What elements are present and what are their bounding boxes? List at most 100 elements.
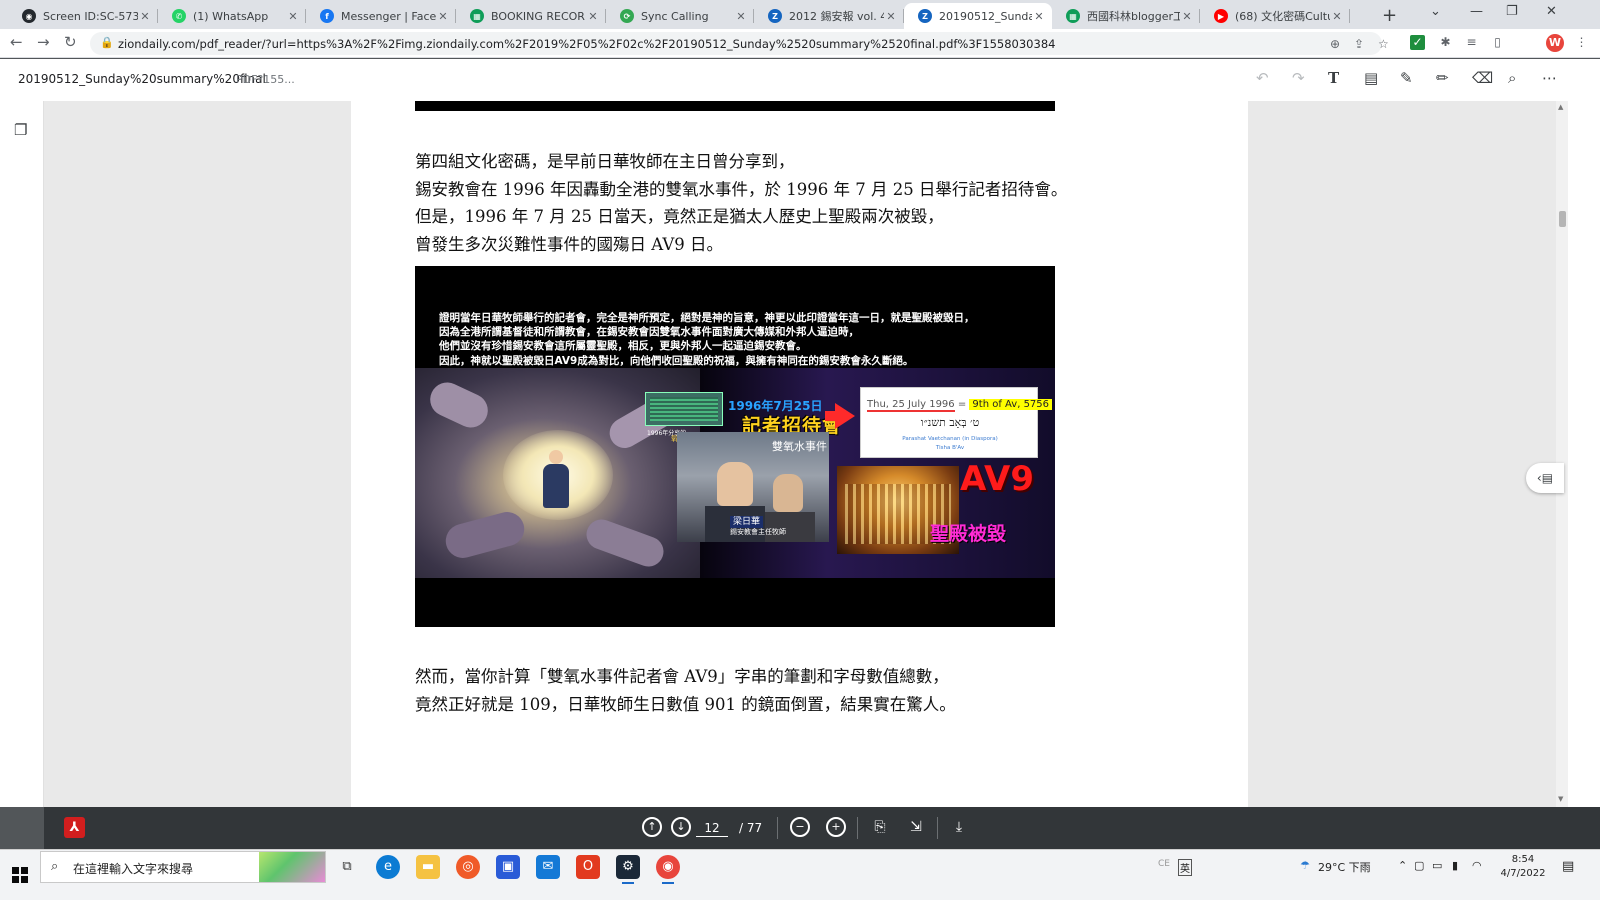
- minimize-button[interactable]: —: [1470, 4, 1483, 19]
- mail-icon[interactable]: ✉: [536, 855, 560, 879]
- scrollbar-thumb[interactable]: [1559, 211, 1566, 227]
- chrome-icon[interactable]: ◉: [656, 855, 680, 884]
- vertical-scrollbar[interactable]: ▲ ▼: [1556, 101, 1568, 807]
- microsoft-store-icon[interactable]: ▣: [496, 855, 520, 879]
- edge-browser-icon[interactable]: e: [376, 855, 400, 879]
- comments-panel-toggle[interactable]: ‹▤: [1526, 463, 1564, 493]
- tab-6[interactable]: Z 2012 錫安報 vol. 48 ✕: [754, 3, 904, 29]
- tab-2[interactable]: ✆ (1) WhatsApp ✕: [158, 3, 306, 29]
- tab-search-icon[interactable]: ⌄: [1430, 4, 1441, 19]
- sheets-icon: ▦: [470, 9, 484, 23]
- more-options-icon[interactable]: ⋯: [1542, 69, 1557, 87]
- acrobat-logo-icon[interactable]: ⅄: [64, 817, 85, 838]
- maximize-button[interactable]: ❐: [1506, 4, 1518, 19]
- close-tab-icon[interactable]: ✕: [436, 10, 450, 23]
- paragraph-line: 然而，當你計算「雙氧水事件記者會 AV9」字串的筆劃和字母數值總數，: [415, 667, 949, 686]
- close-tab-icon[interactable]: ✕: [1032, 10, 1046, 23]
- ime-mode[interactable]: 英: [1178, 859, 1192, 876]
- tab-3[interactable]: f Messenger | Faceboo✕: [306, 3, 456, 29]
- address-bar[interactable]: 🔒 ziondaily.com/pdf_reader/?url=https%3A…: [90, 32, 1389, 55]
- text-tool-icon[interactable]: T: [1328, 69, 1339, 87]
- fit-page-icon[interactable]: ⎘: [870, 817, 890, 837]
- tab-title: 2012 錫安報 vol. 48: [789, 10, 884, 23]
- side-panel-icon[interactable]: ▯: [1490, 35, 1505, 50]
- undo-icon[interactable]: ↶: [1256, 69, 1269, 87]
- tab-title: (68) 文化密碼Culture: [1235, 10, 1330, 23]
- close-tab-icon[interactable]: ✕: [734, 10, 748, 23]
- tab-9[interactable]: ▶ (68) 文化密碼Culture✕: [1200, 3, 1350, 29]
- task-view-icon[interactable]: ⧉: [335, 855, 359, 879]
- close-tab-icon[interactable]: ✕: [286, 10, 300, 23]
- toolbar-divider: [777, 817, 778, 839]
- extensions-puzzle-icon[interactable]: ✱: [1438, 35, 1453, 50]
- browser-app-icon[interactable]: ◎: [456, 855, 480, 879]
- tab-5[interactable]: ⟳ Sync Calling ✕: [606, 3, 754, 29]
- zoom-icon[interactable]: ⊕: [1330, 37, 1340, 51]
- reading-list-icon[interactable]: ≡: [1464, 35, 1479, 50]
- close-tab-icon[interactable]: ✕: [1180, 10, 1194, 23]
- tab-4[interactable]: ▦ BOOKING RECORD - ✕: [456, 3, 606, 29]
- notification-center-icon[interactable]: ▤: [1562, 859, 1574, 874]
- pdf-reader-header: 20190512_Sunday%20summary%20final PDF?15…: [0, 59, 1600, 101]
- highlighter-icon[interactable]: ✎: [1400, 69, 1413, 87]
- url-text[interactable]: ziondaily.com/pdf_reader/?url=https%3A%2…: [118, 37, 1055, 51]
- back-button[interactable]: ←: [10, 33, 23, 51]
- office-icon[interactable]: O: [576, 855, 600, 879]
- ime-indicator[interactable]: CE: [1158, 859, 1170, 869]
- tray-app-icon[interactable]: ▢: [1414, 859, 1424, 872]
- previous-page-button[interactable]: ↑: [642, 817, 662, 837]
- close-tab-icon[interactable]: ✕: [586, 10, 600, 23]
- scroll-up-arrow[interactable]: ▲: [1558, 103, 1563, 111]
- pdf-viewer[interactable]: 第四組文化密碼，是早前日華牧師在主日曾分享到， 錫安教會在 1996 年因轟動全…: [44, 101, 1556, 807]
- page-number-input[interactable]: [696, 819, 728, 837]
- scroll-down-arrow[interactable]: ▼: [1558, 795, 1563, 803]
- display-icon[interactable]: ▭: [1432, 859, 1442, 872]
- close-window-button[interactable]: ✕: [1546, 4, 1557, 19]
- weather-text[interactable]: 29°C 下雨: [1318, 859, 1371, 875]
- wifi-icon[interactable]: ◠: [1472, 859, 1482, 872]
- tab-7[interactable]: Z 20190512_Sunday%✕: [904, 3, 1052, 29]
- forward-button[interactable]: →: [37, 33, 50, 51]
- share-icon[interactable]: ⇪: [1354, 37, 1364, 51]
- zoom-out-button[interactable]: −: [790, 817, 810, 837]
- fit-width-icon[interactable]: ⇲: [906, 817, 926, 837]
- eraser-icon[interactable]: ⌫: [1472, 69, 1493, 87]
- calendar-date-line: Thu, 25 July 1996 = 9th of Av, 5756: [867, 399, 1053, 412]
- tab-8[interactable]: ▦ 西國科林blogger工作✕: [1052, 3, 1200, 29]
- reload-button[interactable]: ↻: [64, 33, 77, 51]
- next-page-button[interactable]: ↓: [671, 817, 691, 837]
- taskbar-search-box[interactable]: ⌕ 在這裡輸入文字來搜尋: [40, 851, 326, 883]
- slide-caption-text: 證明當年日華牧師舉行的記者會，完全是神所預定，絕對是神的旨意，神更以此印證當年這…: [439, 311, 1039, 368]
- extension-check-icon[interactable]: ✓: [1410, 35, 1425, 50]
- tray-chevron-icon[interactable]: ⌃: [1398, 859, 1407, 872]
- profile-avatar[interactable]: W: [1546, 34, 1564, 52]
- download-icon[interactable]: ⤓: [949, 817, 969, 837]
- bookmark-star-icon[interactable]: ☆: [1378, 37, 1389, 51]
- comment-tool-icon[interactable]: ▤: [1364, 69, 1378, 87]
- pen-icon[interactable]: ✏: [1436, 69, 1449, 87]
- parasha-text: Parashat Vaetchanan (in Diaspora): [902, 436, 998, 442]
- hebrew-date: 9th of Av, 5756: [969, 399, 1053, 410]
- search-icon[interactable]: ⌕: [1508, 69, 1516, 87]
- battery-icon[interactable]: ▮: [1452, 859, 1458, 872]
- steam-icon[interactable]: ⚙: [616, 855, 640, 884]
- close-tab-icon[interactable]: ✕: [1330, 10, 1344, 23]
- new-tab-button[interactable]: +: [1382, 5, 1397, 26]
- system-clock[interactable]: 8:54 4/7/2022: [1492, 853, 1554, 881]
- weather-icon: ☂: [1300, 859, 1310, 872]
- chrome-menu-icon[interactable]: ⋮: [1574, 35, 1589, 50]
- tab-1[interactable]: ◉ Screen ID:SC-573-00✕: [8, 3, 158, 29]
- close-tab-icon[interactable]: ✕: [884, 10, 898, 23]
- paragraph-line: 第四組文化密碼，是早前日華牧師在主日曾分享到，: [415, 152, 795, 171]
- page-thumbnails-icon[interactable]: ❐: [14, 121, 27, 139]
- zoom-in-button[interactable]: +: [826, 817, 846, 837]
- tab-title: Messenger | Faceboo: [341, 9, 436, 23]
- file-explorer-icon[interactable]: ▬: [416, 855, 440, 879]
- zion-icon: Z: [768, 9, 782, 23]
- zion-icon: Z: [918, 9, 932, 23]
- close-tab-icon[interactable]: ✕: [138, 10, 152, 23]
- redo-icon[interactable]: ↷: [1292, 69, 1305, 87]
- photo-caption-role: 錫安教會主任牧師: [730, 528, 786, 536]
- paragraph-line: 竟然正好就是 109，日華牧師生日數值 901 的鏡面倒置，結果實在驚人。: [415, 694, 956, 714]
- windows-start-icon[interactable]: [12, 867, 28, 883]
